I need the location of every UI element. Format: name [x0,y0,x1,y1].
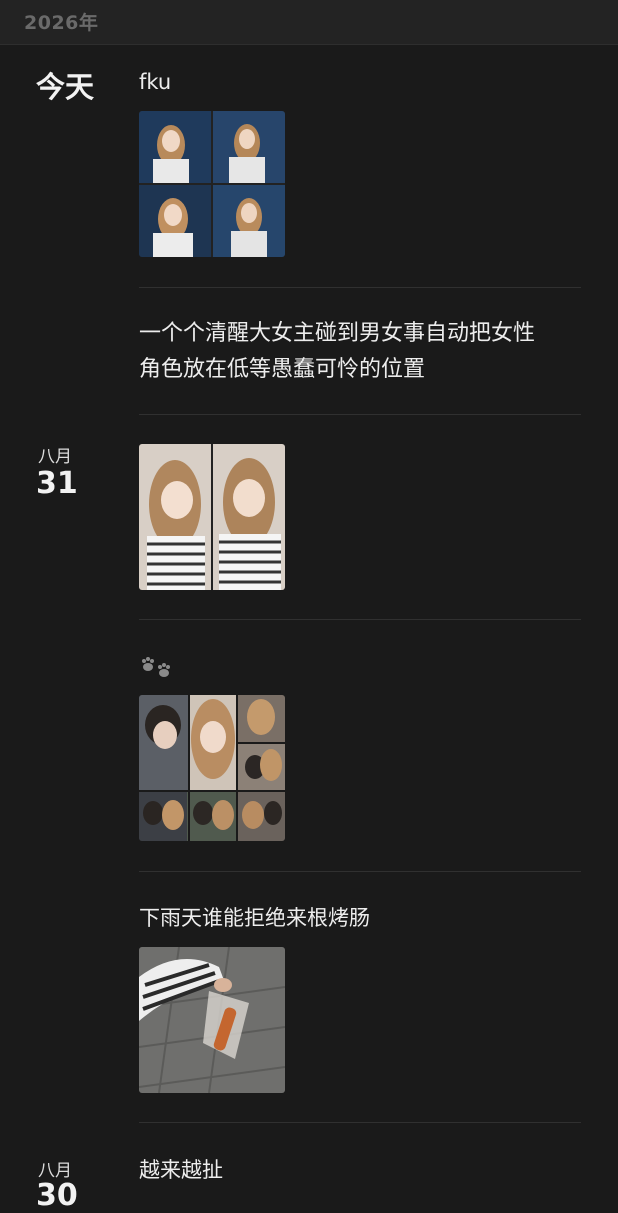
post-photo-collage[interactable] [139,695,285,841]
year-label: 2026年 [24,12,99,34]
post-divider [139,619,581,620]
post-text-line: 角色放在低等愚蠢可怜的位置 [139,357,426,382]
date-month-label: 八月 [38,447,72,467]
post-divider [139,414,581,415]
post-photo-grid[interactable] [139,444,285,590]
post-text[interactable]: 越来越扯 [139,1152,223,1188]
post-divider [139,1122,581,1123]
paw-print-icon [139,652,173,680]
year-header: 2026年 [0,0,618,45]
post-divider [139,287,581,288]
date-today-label: 今天 [36,70,95,104]
post-divider [139,871,581,872]
post-text[interactable]: 下雨天谁能拒绝来根烤肠 [139,900,370,936]
post-text[interactable]: 一个个清醒大女主碰到男女事自动把女性 角色放在低等愚蠢可怜的位置 [139,316,535,388]
date-day-label: 31 [36,466,78,501]
date-day-label: 30 [36,1178,78,1213]
post-text[interactable]: fku [139,64,171,100]
post-text-line: 一个个清醒大女主碰到男女事自动把女性 [139,321,536,346]
post-photo-grid[interactable] [139,111,285,257]
post-photo-sausage[interactable] [139,947,285,1093]
